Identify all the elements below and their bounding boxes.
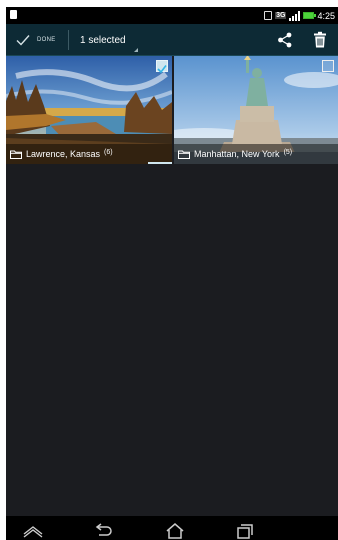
signal-icon	[289, 10, 301, 21]
album-name: Lawrence, Kansas	[26, 149, 101, 159]
notification-icon	[10, 10, 17, 19]
status-bar: 3G 4:25	[6, 7, 338, 24]
recent-apps-icon[interactable]	[234, 522, 256, 540]
folder-icon	[10, 150, 22, 159]
hide-nav-icon[interactable]	[22, 522, 44, 540]
battery-icon	[303, 12, 317, 19]
album-select-checkbox[interactable]	[322, 60, 334, 72]
checkmark-icon	[16, 35, 30, 46]
vibrate-icon	[264, 11, 273, 20]
home-icon[interactable]	[164, 522, 186, 540]
album-count: (5)	[283, 148, 293, 156]
album-name: Manhattan, New York	[194, 149, 280, 159]
done-button[interactable]: DONE	[6, 24, 68, 56]
selection-count-dropdown[interactable]: 1 selected	[80, 24, 126, 56]
album-label: Manhattan, New York (5)	[174, 144, 338, 164]
dropdown-indicator-icon	[134, 48, 138, 52]
status-icons: 3G 4:25	[264, 9, 335, 22]
done-label: DONE	[37, 37, 56, 43]
checkmark-icon	[157, 65, 167, 74]
gallery-screen: 3G 4:25 DONE 1 selected Lawrence, Kansas…	[6, 7, 338, 540]
delete-icon[interactable]	[312, 31, 328, 49]
navigation-bar	[6, 516, 338, 540]
data-icon: 3G	[275, 12, 287, 19]
album-label: Lawrence, Kansas (6)	[6, 144, 172, 164]
clock: 4:25	[317, 10, 335, 21]
action-bar-divider	[68, 30, 69, 50]
folder-icon	[178, 150, 190, 159]
selection-indicator	[148, 162, 172, 164]
album-count: (6)	[104, 148, 113, 156]
album-select-checkbox[interactable]	[156, 60, 168, 74]
album-tile[interactable]: Lawrence, Kansas (6)	[6, 56, 172, 164]
album-tile[interactable]: Manhattan, New York (5)	[174, 56, 338, 164]
back-icon[interactable]	[92, 522, 114, 540]
selection-action-bar: DONE 1 selected	[6, 24, 338, 56]
selection-count-label: 1 selected	[80, 34, 126, 46]
share-icon[interactable]	[276, 31, 294, 49]
